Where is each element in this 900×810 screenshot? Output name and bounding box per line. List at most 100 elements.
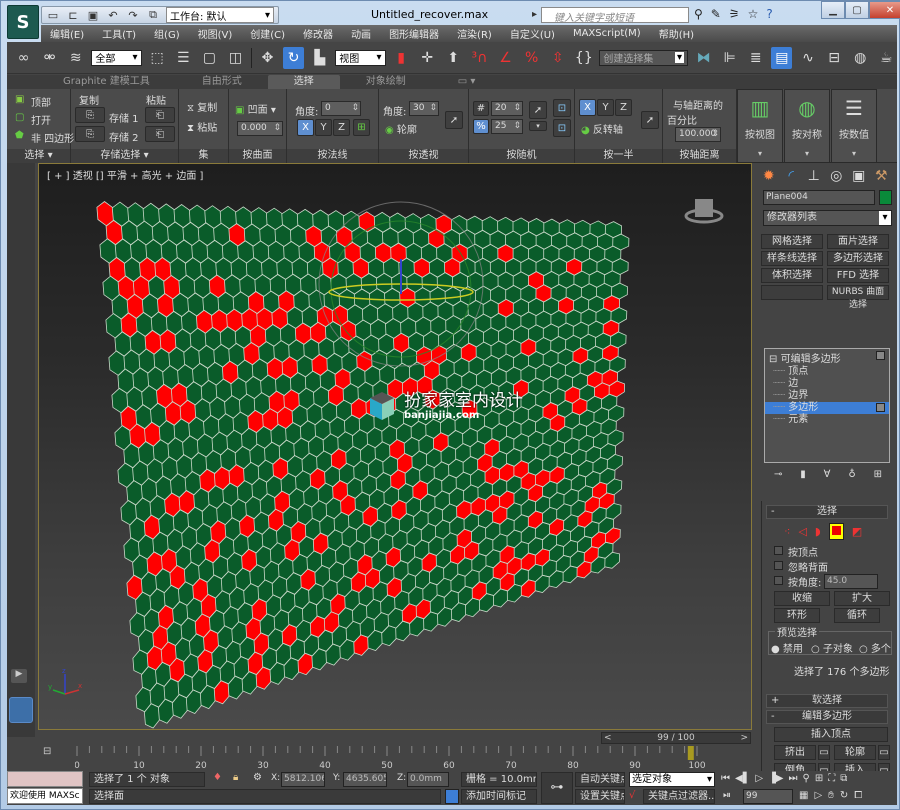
random-count-button[interactable]: # <box>473 101 489 116</box>
key-mode-toggle-icon[interactable]: ⏯ <box>723 790 731 801</box>
menu-item[interactable]: 渲染(R) <box>448 26 501 41</box>
maximize-viewport-icon[interactable]: ⧠ <box>854 790 862 801</box>
soft-selection-rollout-header[interactable]: + 软选择 <box>766 694 888 708</box>
search-input[interactable]: 键入关键字或短语 <box>532 7 689 24</box>
random-percent-spinner[interactable]: 25 <box>491 119 523 134</box>
track-bar-toggle-icon[interactable]: ⊟ <box>43 746 57 758</box>
scale-icon[interactable]: ▙ <box>309 47 330 69</box>
persp-select-button[interactable]: ➚ <box>445 111 463 129</box>
group-label-select[interactable]: 选择 ▾ <box>7 149 70 163</box>
bind-spacewarp-icon[interactable]: ≋ <box>65 47 86 69</box>
select-by-name-icon[interactable]: ☰ <box>173 47 194 69</box>
curve-editor-icon[interactable]: ∿ <box>797 47 818 69</box>
open-file-icon[interactable]: ⊏ <box>66 8 80 22</box>
align-icon[interactable]: ⊫ <box>719 47 740 69</box>
preview-subobject-radio[interactable]: ○ 子对象 <box>811 640 853 655</box>
application-button[interactable]: S <box>7 5 39 39</box>
project-folder-icon[interactable]: ⧉ <box>146 8 160 22</box>
mirror-icon[interactable]: ⧓ <box>693 47 714 69</box>
ribbon-tab[interactable]: 选择 <box>267 75 340 89</box>
viewport-toggle-button[interactable] <box>9 697 33 723</box>
stack-root-editable-poly[interactable]: ⊟ 可编辑多边形 <box>765 349 889 366</box>
loop-button[interactable]: 循环 <box>834 608 880 623</box>
next-frame-icon[interactable]: > <box>740 733 748 743</box>
surface-value-spinner[interactable]: 0.000 <box>237 121 283 136</box>
display-tab-icon[interactable]: ▣ <box>849 167 869 185</box>
angle-spinner[interactable]: 45.0 <box>824 574 878 589</box>
time-tag-icon[interactable] <box>445 789 459 804</box>
border-level-icon[interactable]: ◗ <box>815 525 821 538</box>
modifier-button[interactable]: 体积选择 <box>761 268 823 283</box>
previous-key-icon[interactable]: ◀▌ <box>735 773 750 784</box>
vertex-level-icon[interactable]: ⁖ <box>784 525 790 538</box>
open-button[interactable]: 打开 <box>31 112 51 127</box>
half-z-button[interactable]: Z <box>615 99 632 116</box>
menu-item[interactable]: 视图(V) <box>189 26 242 41</box>
percent-snap-icon[interactable]: % <box>521 47 542 69</box>
modifier-button[interactable]: NURBS 曲面选择 <box>827 285 889 310</box>
random-shrink-button[interactable]: ⊡ <box>553 119 571 137</box>
element-level-icon[interactable]: ◩ <box>852 525 862 538</box>
normal-z-button[interactable]: Z <box>333 119 350 136</box>
collapse-icon[interactable]: ⊟ <box>769 354 777 365</box>
named-selection-dropdown[interactable]: 创建选择集 ▾ <box>599 49 689 66</box>
copy-store2-button[interactable]: ⎘ <box>75 126 105 142</box>
paste-store1-button[interactable]: ⎗ <box>145 107 175 123</box>
maxscript-listener[interactable]: 欢迎使用 MAXSc <box>7 788 83 804</box>
hierarchy-tab-icon[interactable]: ⊥ <box>804 167 824 185</box>
lock-icon[interactable]: 🔒︎ <box>233 772 238 783</box>
rotate-icon[interactable]: ↻ <box>283 46 305 69</box>
modifier-button[interactable]: 网格选择 <box>761 234 823 249</box>
make-unique-icon[interactable]: ∀ <box>824 469 831 483</box>
pan-hand-icon[interactable]: ✋︎ <box>828 790 834 801</box>
menu-item[interactable]: 动画 <box>342 26 380 41</box>
viewcube[interactable] <box>684 194 724 226</box>
by-vertex-checkbox[interactable] <box>774 546 783 555</box>
zoom-icon[interactable]: ⚲ <box>802 773 809 784</box>
sets-paste-button[interactable]: ⧗ 粘贴 <box>187 119 217 134</box>
half-x-button[interactable]: X <box>579 99 596 116</box>
preview-disabled-radio[interactable]: ● 禁用 <box>771 640 803 655</box>
remove-modifier-icon[interactable]: ♁ <box>848 469 855 483</box>
rect-selection-icon[interactable]: ▢ <box>199 47 220 69</box>
y-coordinate[interactable]: 4635.605m <box>343 772 387 787</box>
by-symmetry-button[interactable]: ◍ 按对称 ▾ <box>784 89 830 163</box>
time-config-icon[interactable]: ▦ <box>799 790 808 801</box>
time-ruler[interactable]: 0 10 20 30 40 50 60 70 80 90 100 <box>75 746 751 772</box>
layer-manager-icon[interactable]: ≣ <box>745 47 766 69</box>
satellite-icon[interactable]: ⚞ <box>729 7 740 21</box>
paste-store2-button[interactable]: ⎗ <box>145 126 175 142</box>
pivot-center-icon[interactable]: ▮ <box>391 47 412 69</box>
ribbon-options-icon[interactable]: ▭ ▾ <box>432 75 502 89</box>
help-icon[interactable]: ? <box>766 7 772 21</box>
render-setup-icon[interactable]: ☕ <box>876 47 897 69</box>
modify-tab-icon[interactable]: ◜ <box>782 167 802 185</box>
move-icon[interactable]: ✥ <box>257 47 278 69</box>
top-button[interactable]: 顶部 <box>31 94 51 109</box>
select-manipulate-icon[interactable]: ✛ <box>417 47 438 69</box>
normal-x-button[interactable]: X <box>297 119 314 136</box>
redo-icon[interactable]: ↷ <box>126 8 140 22</box>
edit-polygons-rollout-header[interactable]: - 编辑多边形 <box>766 710 888 724</box>
grow-button[interactable]: 扩大 <box>834 591 890 606</box>
maxscript-listener-pink[interactable] <box>7 771 83 787</box>
stack-subobject-item[interactable]: ┈┈ 元素 <box>765 414 889 426</box>
modifier-list-dropdown[interactable]: 修改器列表 ▾ <box>763 210 892 226</box>
workspace-dropdown[interactable]: 工作台: 默认 ▾ <box>166 7 274 23</box>
shrink-button[interactable]: 收缩 <box>774 591 830 606</box>
unlink-icon[interactable]: ⚮ <box>39 47 60 69</box>
schematic-view-icon[interactable]: ⊟ <box>824 47 845 69</box>
configure-sets-icon[interactable]: ⊞ <box>874 469 882 483</box>
prev-frame-icon[interactable]: < <box>604 733 612 743</box>
perspective-viewport[interactable]: [ + ] 透视 [] 平滑 + 高光 + 边面 ] 扮家家室内设计 banji… <box>38 163 752 730</box>
undo-icon[interactable]: ↶ <box>106 8 120 22</box>
modifier-button[interactable] <box>761 285 823 300</box>
zoom-extents-all-icon[interactable]: ⧉ <box>840 773 847 784</box>
orbit-icon[interactable]: ↻ <box>840 790 848 801</box>
ribbon-tab[interactable]: 对象绘制 <box>340 75 432 89</box>
preview-multi-radio[interactable]: ○ 多个 <box>859 640 891 655</box>
maximize-button[interactable]: ▢ <box>845 1 869 19</box>
angle-snap-icon[interactable]: ∠ <box>495 47 516 69</box>
auto-key-button[interactable]: 自动关键点 <box>575 772 625 787</box>
ring-button[interactable]: 环形 <box>774 608 820 623</box>
